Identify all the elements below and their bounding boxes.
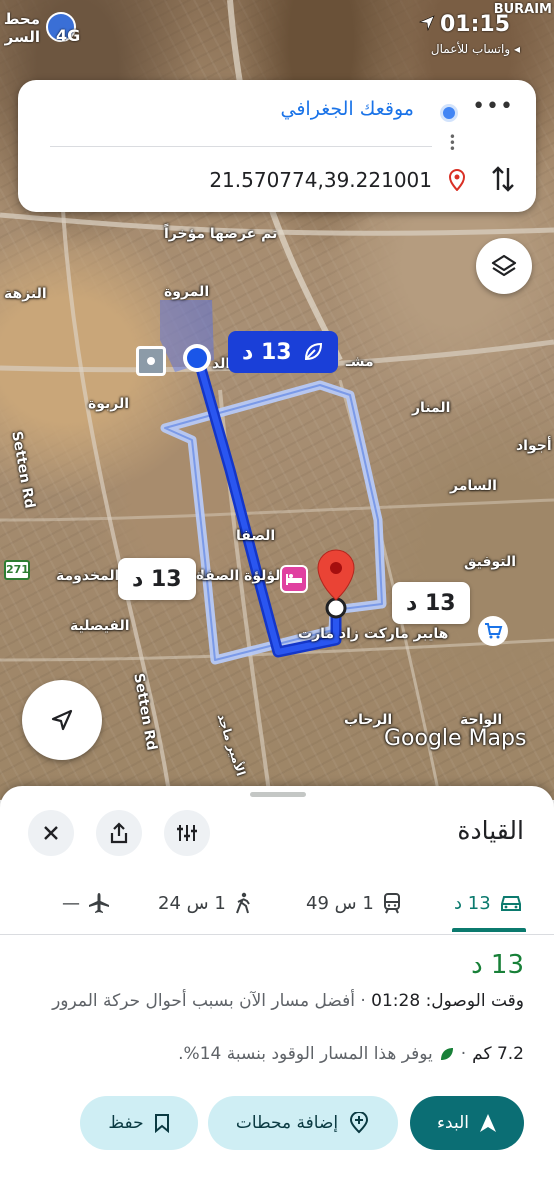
directions-sheet[interactable]: القيادة 13 د 1 س 49 1 س 24 — 13 د وقت ال… [0,786,554,1200]
map-label-mushrefa: مشـ [346,354,374,370]
route-bubble-primary-label: 13 د [242,339,292,365]
route-options-button[interactable] [164,810,210,856]
save-label: حفظ [108,1113,144,1133]
add-stops-label: إضافة محطات [235,1113,339,1133]
close-icon [44,826,58,840]
destination-pin-icon [448,169,466,191]
route-bubble-primary[interactable]: 13 د [228,331,338,373]
route-bubble-alt-right[interactable]: 13 د [392,582,470,624]
add-location-icon [350,1112,369,1134]
car-icon [500,896,521,911]
airplane-icon [89,893,109,913]
close-button[interactable] [28,810,74,856]
mode-transit-label: 1 س 49 [306,892,374,914]
eco-leaf-icon [440,1048,453,1060]
shopping-cart-icon[interactable] [478,616,508,646]
route-description: · أفضل مسار الآن بسبب أحوال حركة المرور [52,991,372,1011]
map-view[interactable]: محط السر 4G 01:15 BURAIM ◂ واتساب للأعما… [0,0,554,800]
route-bubble-alt-left[interactable]: 13 د [118,558,196,600]
train-icon [383,893,400,914]
route-details: 7.2 كم · يوفر هذا المسار الوقود بنسبة 14… [178,1044,524,1064]
road-number-shield: 271 [4,560,30,580]
map-label-manar: المنار [412,400,451,416]
hotel-icon[interactable] [280,565,308,593]
mode-flight-label: — [62,892,80,914]
fields-divider [50,146,432,147]
arrival-time: وقت الوصول: 01:28 [371,991,524,1011]
eco-savings-text: يوفر هذا المسار الوقود بنسبة 14%. [178,1044,433,1064]
modes-divider [0,934,554,935]
separator: · [460,1044,467,1064]
google-maps-watermark: Google Maps [384,726,527,751]
map-label-tawfiq: التوفيق [464,554,517,570]
route-summary: وقت الوصول: 01:28 · أفضل مسار الآن بسبب … [30,988,524,1014]
route-duration: 13 د [471,950,524,980]
travel-modes: 13 د 1 س 49 1 س 24 — [0,874,554,932]
navigation-arrow-icon [418,15,435,32]
tune-icon [177,825,197,841]
your-location-icon [440,104,458,122]
layers-button[interactable] [476,238,532,294]
mode-flight[interactable]: — [62,874,110,932]
mode-walking[interactable]: 1 س 24 [158,874,252,932]
navigation-arrow-icon [51,709,73,731]
status-left-text: محط السر [3,10,40,46]
back-to-app-link[interactable]: ◂ واتساب للأعمال [431,42,520,56]
walking-icon [235,892,250,914]
bookmark-icon [154,1114,169,1133]
map-label-faisaliya: الفيصلية [70,618,130,634]
map-label-marwa: المروة [164,284,210,300]
status-carrier: BURAIM [493,2,552,17]
map-label-samer: السامر [450,478,497,494]
route-bubble-alt-left-label: 13 د [132,566,182,592]
origin-field[interactable]: موقعك الجغرافي [281,98,414,120]
mode-walking-label: 1 س 24 [158,892,226,914]
saved-place-marker[interactable] [136,346,166,376]
route-distance: 7.2 كم [472,1044,524,1064]
map-label-partial-left: ة [196,568,204,583]
start-button[interactable]: البدء [410,1096,524,1150]
sheet-drag-handle[interactable] [250,792,306,797]
mode-transit[interactable]: 1 س 49 [306,874,402,932]
map-label-recent: تم عرضها مؤخراً [164,226,278,242]
mode-driving[interactable]: 13 د [454,874,523,932]
destination-field[interactable]: 21.570774,39.221001 [209,168,432,192]
directions-card: ••• موقعك الجغرافي • • • 21.570774,39.2210… [18,80,536,212]
route-bubble-alt-right-label: 13 د [406,590,456,616]
map-label-rabwa: الربوة [88,396,130,412]
sheet-title: القيادة [457,816,524,845]
map-label-makhdooma: المخدومة [56,568,120,584]
mode-driving-label: 13 د [454,892,491,914]
more-options-icon[interactable]: ••• [472,94,514,119]
start-button-label: البدء [437,1113,469,1133]
network-type: 4G [56,26,81,45]
back-app-label: واتساب للأعمال [430,42,511,56]
share-icon [110,822,128,844]
my-location-button[interactable] [22,680,102,760]
swap-icon[interactable] [490,164,516,198]
layers-icon [491,254,517,277]
eco-leaf-icon [304,342,322,361]
add-stops-button[interactable]: إضافة محطات [208,1096,398,1150]
map-label-ajwad: أجواد [516,438,552,454]
status-bar: محط السر 4G 01:15 BURAIM ◂ واتساب للأعما… [0,0,554,60]
active-mode-indicator [452,928,526,932]
save-button[interactable]: حفظ [80,1096,198,1150]
route-dots-icon: • • • [448,130,456,156]
share-button[interactable] [96,810,142,856]
map-label-nuzha: النزهة [4,286,47,302]
navigation-icon [479,1114,496,1132]
map-label-safa: الصفا [236,528,276,544]
map-label-hypermarket: هايبر ماركت زاد مارت [298,626,449,642]
map-label-lulua: لؤلؤة الصفا [200,568,281,584]
